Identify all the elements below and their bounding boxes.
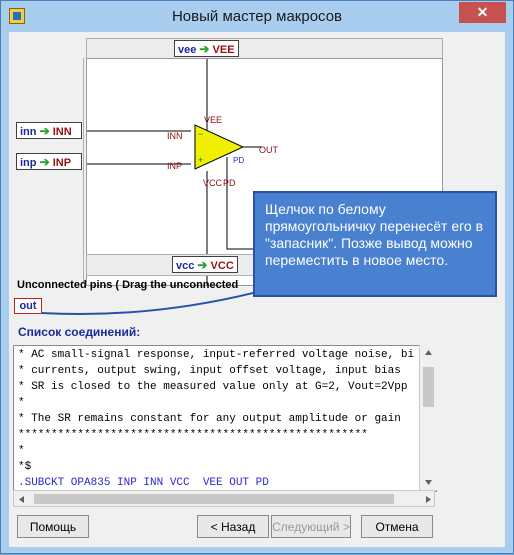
scroll-thumb[interactable] [423, 367, 434, 407]
scroll-left-icon[interactable] [19, 496, 24, 503]
pin-name-label: INP [52, 157, 72, 169]
svg-text:+: + [198, 155, 203, 165]
netlist-horizontal-scrollbar[interactable] [13, 490, 435, 507]
scroll-right-icon[interactable] [426, 496, 431, 503]
netlist-line: * [18, 445, 25, 457]
netlist-line: .SUBCKT OPA835 INP INN VCC VEE OUT PD [18, 477, 269, 489]
netlist-line: * The SR remains constant for any output… [18, 413, 401, 425]
inp-pin-label: INP [167, 161, 182, 171]
pin-box-vcc[interactable]: vcc ➔ VCC [172, 256, 238, 273]
pd-bottom-pin-label: PD [223, 178, 236, 188]
cancel-button[interactable]: Отмена [361, 515, 433, 538]
arrow-right-icon: ➔ [197, 258, 208, 272]
netlist-line: * currents, output swing, input offset v… [18, 365, 401, 377]
netlist-line: ****************************************… [18, 429, 368, 441]
macro-wizard-window: Новый мастер макросов ✕ vee ➔ VEE − + VE… [0, 0, 514, 554]
next-button[interactable]: Следующий > [271, 515, 351, 538]
hint-callout: Щелчок по белому прямоугольничку перенес… [253, 191, 497, 297]
pin-box-inn[interactable]: inn ➔ INN [16, 122, 82, 139]
netlist-line: * [18, 397, 25, 409]
scroll-down-icon[interactable] [425, 480, 432, 485]
pin-net-label: vcc [176, 260, 195, 272]
pin-name-label: INN [52, 126, 72, 138]
netlist-label: Список соединений: [18, 325, 141, 339]
svg-text:−: − [198, 129, 203, 139]
title-bar: Новый мастер макросов ✕ [1, 1, 513, 32]
pin-name-label: VEE [212, 44, 235, 56]
top-pin-strip [86, 38, 443, 60]
netlist-line: * AC small-signal response, input-referr… [18, 349, 415, 361]
scroll-thumb-horizontal[interactable] [34, 494, 394, 504]
arrow-right-icon: ➔ [199, 42, 210, 56]
scroll-up-icon[interactable] [425, 350, 432, 355]
unconnected-pins-label: Unconnected pins ( Drag the unconnected [17, 279, 239, 291]
unconnected-pin-out[interactable]: out [14, 298, 42, 314]
pin-box-vee[interactable]: vee ➔ VEE [174, 40, 239, 57]
netlist-vertical-scrollbar[interactable] [419, 345, 437, 490]
close-icon: ✕ [476, 4, 489, 20]
inn-pin-label: INN [167, 131, 183, 141]
unconnected-pins-area[interactable] [13, 294, 501, 320]
pin-net-label: inn [20, 126, 37, 138]
out-pin-label: OUT [259, 145, 279, 155]
close-button[interactable]: ✕ [459, 2, 506, 23]
vee-pin-label: VEE [204, 115, 222, 125]
pd-pin-label: PD [233, 156, 244, 165]
pin-net-label: vee [178, 44, 197, 56]
arrow-right-icon: ➔ [39, 124, 50, 138]
netlist-text-area[interactable]: * AC small-signal response, input-referr… [13, 345, 437, 492]
netlist-line: * SR is closed to the measured value onl… [18, 381, 408, 393]
window-title: Новый мастер макросов [171, 8, 343, 25]
pin-name-label: VCC [210, 260, 234, 272]
pin-net-label: inp [20, 157, 37, 169]
pin-box-inp[interactable]: inp ➔ INP [16, 153, 82, 170]
left-pin-strip [13, 58, 84, 284]
netlist-line: *$ [18, 461, 32, 473]
vcc-pin-label: VCC [203, 178, 223, 188]
arrow-right-icon: ➔ [39, 155, 50, 169]
help-button[interactable]: Помощь [17, 515, 89, 538]
back-button[interactable]: < Назад [197, 515, 269, 538]
